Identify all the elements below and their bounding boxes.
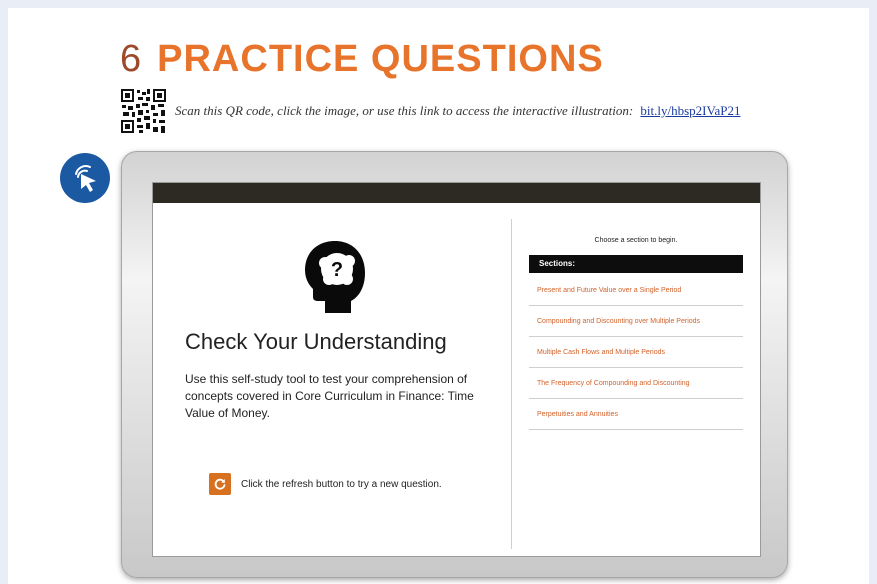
refresh-instruction: Click the refresh button to try a new qu… <box>241 478 442 490</box>
check-understanding-title: Check Your Understanding <box>185 329 447 354</box>
illustration-screen: ? Check Your Understanding Use this self… <box>152 182 761 557</box>
page: 6 PRACTICE QUESTIONS Scan this QR code, … <box>8 8 869 584</box>
interactive-illustration-frame[interactable]: ? Check Your Understanding Use this self… <box>121 151 788 578</box>
check-understanding-description: Use this self-study tool to test your co… <box>185 372 474 420</box>
brain-question-icon: ? <box>305 241 365 313</box>
check-understanding-pane: ? Check Your Understanding Use this self… <box>153 203 510 558</box>
qr-code-icon[interactable] <box>120 88 167 134</box>
section-number: 6 <box>120 38 142 80</box>
section-heading: 6 PRACTICE QUESTIONS <box>120 38 604 82</box>
section-link[interactable]: Compounding and Discounting over Multipl… <box>529 306 743 337</box>
sections-header: Sections: <box>529 255 743 273</box>
cursor-icon <box>60 153 110 203</box>
screen-top-bar <box>153 183 760 203</box>
section-title: PRACTICE QUESTIONS <box>157 38 604 80</box>
choose-section-text: Choose a section to begin. <box>594 237 678 244</box>
qr-row: Scan this QR code, click the image, or u… <box>120 88 740 134</box>
refresh-icon <box>214 478 226 490</box>
interactive-illustration-link[interactable]: bit.ly/hbsp2IVaP21 <box>640 103 740 118</box>
refresh-button[interactable] <box>209 473 231 495</box>
section-link[interactable]: Present and Future Value over a Single P… <box>529 275 743 306</box>
refresh-row: Click the refresh button to try a new qu… <box>209 473 442 495</box>
pane-divider <box>511 219 512 549</box>
section-link[interactable]: Multiple Cash Flows and Multiple Periods <box>529 337 743 368</box>
section-link[interactable]: The Frequency of Compounding and Discoun… <box>529 368 743 399</box>
sections-pane: Choose a section to begin. Sections: Pre… <box>529 203 743 558</box>
section-list: Present and Future Value over a Single P… <box>529 275 743 430</box>
svg-text:?: ? <box>331 259 343 281</box>
qr-instructions-text: Scan this QR code, click the image, or u… <box>175 103 634 118</box>
section-link[interactable]: Perpetuities and Annuities <box>529 399 743 430</box>
qr-instructions: Scan this QR code, click the image, or u… <box>175 103 740 119</box>
